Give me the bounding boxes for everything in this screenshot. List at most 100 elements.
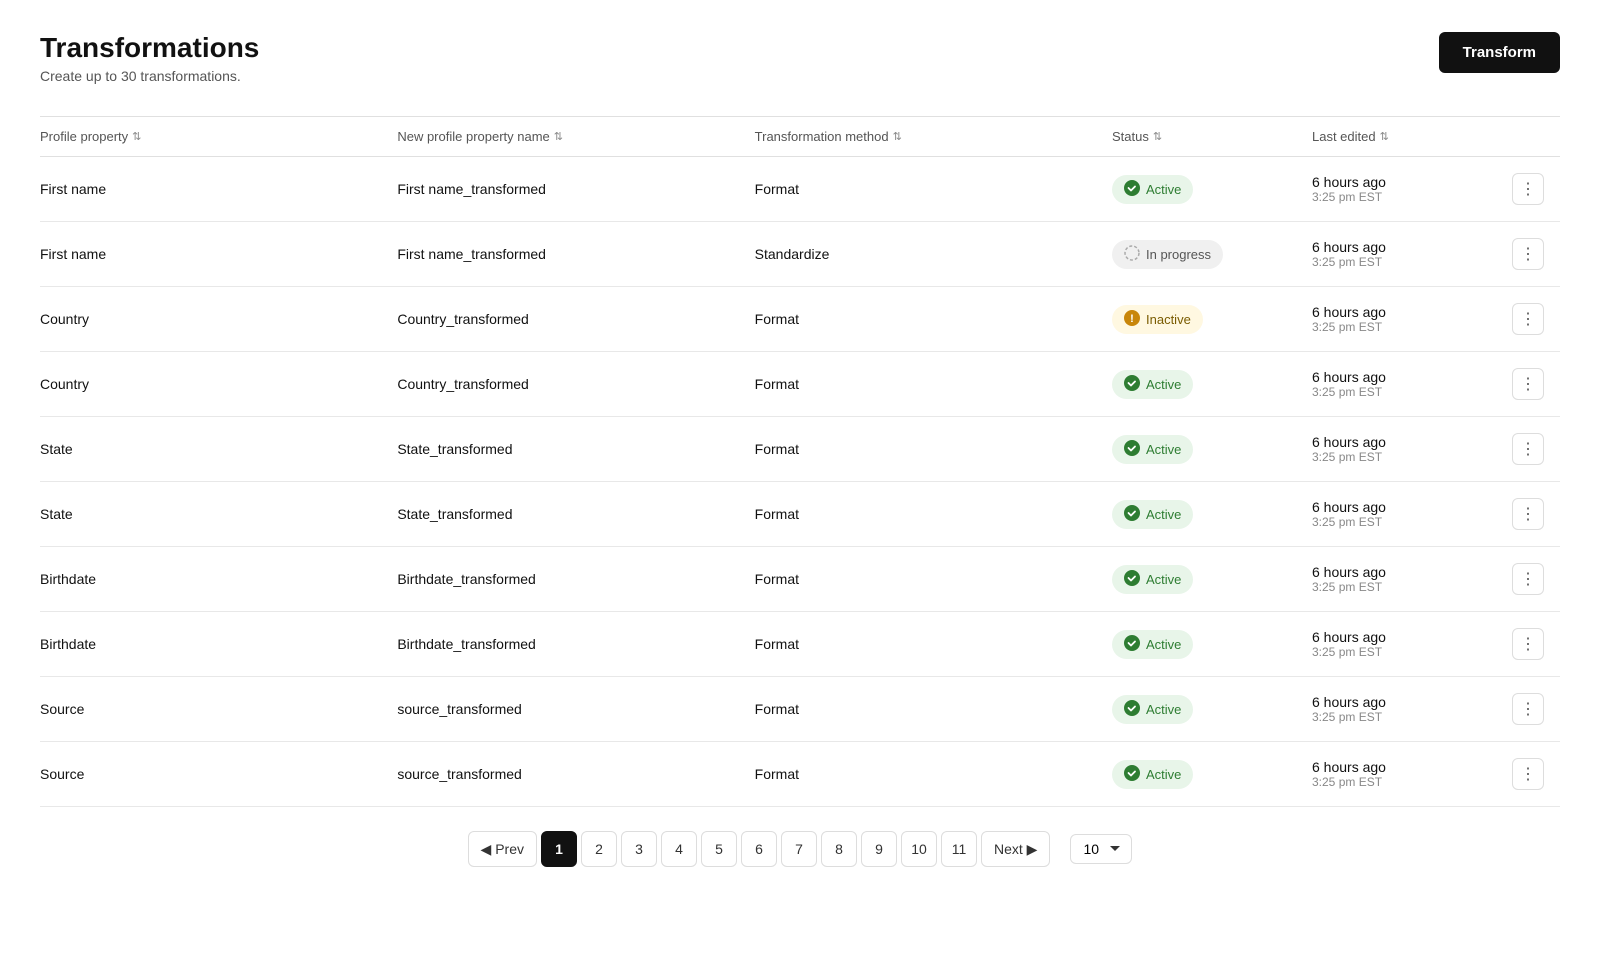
page-button-11[interactable]: 11 [941,831,977,867]
status-icon [1124,440,1140,459]
status-badge: Active [1112,695,1193,724]
row-menu-button[interactable]: ⋮ [1512,433,1544,465]
col-transformation-method[interactable]: Transformation method ⇅ [755,129,1112,144]
table-row: Source source_transformed Format Active … [40,742,1560,807]
sort-icon-profile: ⇅ [132,130,141,143]
last-edited-secondary: 3:25 pm EST [1312,710,1512,724]
last-edited-secondary: 3:25 pm EST [1312,580,1512,594]
cell-profile-property: Source [40,766,397,782]
row-menu-button[interactable]: ⋮ [1512,238,1544,270]
cell-new-name: source_transformed [397,766,754,782]
row-menu-button[interactable]: ⋮ [1512,693,1544,725]
cell-menu: ⋮ [1512,303,1560,335]
status-label: Active [1146,507,1181,522]
sort-icon-edited: ⇅ [1380,130,1389,143]
cell-last-edited: 6 hours ago 3:25 pm EST [1312,499,1512,529]
status-badge: Active [1112,435,1193,464]
cell-menu: ⋮ [1512,693,1560,725]
page-button-4[interactable]: 4 [661,831,697,867]
page-button-5[interactable]: 5 [701,831,737,867]
status-label: In progress [1146,247,1211,262]
col-actions [1512,129,1560,144]
row-menu-button[interactable]: ⋮ [1512,758,1544,790]
row-menu-button[interactable]: ⋮ [1512,173,1544,205]
page-button-7[interactable]: 7 [781,831,817,867]
cell-method: Format [755,181,1112,197]
table-row: State State_transformed Format Active 6 … [40,417,1560,482]
row-menu-button[interactable]: ⋮ [1512,368,1544,400]
status-icon [1124,375,1140,394]
cell-status: Active [1112,370,1312,399]
header-text: Transformations Create up to 30 transfor… [40,32,259,84]
page-button-8[interactable]: 8 [821,831,857,867]
svg-text:!: ! [1130,313,1134,325]
table-row: Country Country_transformed Format ! Ina… [40,287,1560,352]
cell-method: Format [755,441,1112,457]
last-edited-secondary: 3:25 pm EST [1312,450,1512,464]
last-edited-primary: 6 hours ago [1312,564,1512,580]
cell-status: Active [1112,435,1312,464]
cell-method: Format [755,506,1112,522]
status-badge: In progress [1112,240,1223,269]
cell-last-edited: 6 hours ago 3:25 pm EST [1312,239,1512,269]
table-row: Birthdate Birthdate_transformed Format A… [40,612,1560,677]
status-icon [1124,180,1140,199]
cell-profile-property: Birthdate [40,571,397,587]
status-icon [1124,700,1140,719]
cell-new-name: Birthdate_transformed [397,636,754,652]
row-menu-button[interactable]: ⋮ [1512,303,1544,335]
page-header: Transformations Create up to 30 transfor… [40,32,1560,84]
page-button-1[interactable]: 1 [541,831,577,867]
page-button-9[interactable]: 9 [861,831,897,867]
cell-last-edited: 6 hours ago 3:25 pm EST [1312,174,1512,204]
status-label: Active [1146,637,1181,652]
cell-new-name: State_transformed [397,506,754,522]
status-label: Inactive [1146,312,1191,327]
row-menu-button[interactable]: ⋮ [1512,628,1544,660]
cell-menu: ⋮ [1512,563,1560,595]
table-body: First name First name_transformed Format… [40,157,1560,807]
prev-button[interactable]: ◀ Prev [468,831,537,867]
col-profile-property[interactable]: Profile property ⇅ [40,129,397,144]
per-page-select[interactable]: 10 20 50 [1070,834,1132,864]
sort-icon-method: ⇅ [893,130,902,143]
col-last-edited[interactable]: Last edited ⇅ [1312,129,1512,144]
status-icon [1124,505,1140,524]
table-row: Country Country_transformed Format Activ… [40,352,1560,417]
last-edited-primary: 6 hours ago [1312,759,1512,775]
last-edited-primary: 6 hours ago [1312,239,1512,255]
cell-menu: ⋮ [1512,368,1560,400]
col-status[interactable]: Status ⇅ [1112,129,1312,144]
table-header: Profile property ⇅ New profile property … [40,117,1560,157]
cell-new-name: Birthdate_transformed [397,571,754,587]
page-button-6[interactable]: 6 [741,831,777,867]
last-edited-primary: 6 hours ago [1312,304,1512,320]
next-button[interactable]: Next ▶ [981,831,1050,867]
page-button-3[interactable]: 3 [621,831,657,867]
cell-status: Active [1112,500,1312,529]
page-button-2[interactable]: 2 [581,831,617,867]
cell-method: Format [755,571,1112,587]
status-icon: ! [1124,310,1140,329]
last-edited-secondary: 3:25 pm EST [1312,385,1512,399]
cell-menu: ⋮ [1512,628,1560,660]
page-button-10[interactable]: 10 [901,831,937,867]
row-menu-button[interactable]: ⋮ [1512,498,1544,530]
cell-profile-property: First name [40,246,397,262]
cell-new-name: First name_transformed [397,181,754,197]
last-edited-secondary: 3:25 pm EST [1312,255,1512,269]
status-badge: Active [1112,370,1193,399]
transform-button[interactable]: Transform [1439,32,1560,73]
last-edited-primary: 6 hours ago [1312,174,1512,190]
last-edited-secondary: 3:25 pm EST [1312,320,1512,334]
col-new-profile-name[interactable]: New profile property name ⇅ [397,129,754,144]
last-edited-primary: 6 hours ago [1312,499,1512,515]
cell-last-edited: 6 hours ago 3:25 pm EST [1312,629,1512,659]
pagination: ◀ Prev 1234567891011 Next ▶ 10 20 50 [40,807,1560,891]
cell-profile-property: First name [40,181,397,197]
cell-menu: ⋮ [1512,238,1560,270]
row-menu-button[interactable]: ⋮ [1512,563,1544,595]
cell-status: ! Inactive [1112,305,1312,334]
last-edited-primary: 6 hours ago [1312,369,1512,385]
status-label: Active [1146,572,1181,587]
